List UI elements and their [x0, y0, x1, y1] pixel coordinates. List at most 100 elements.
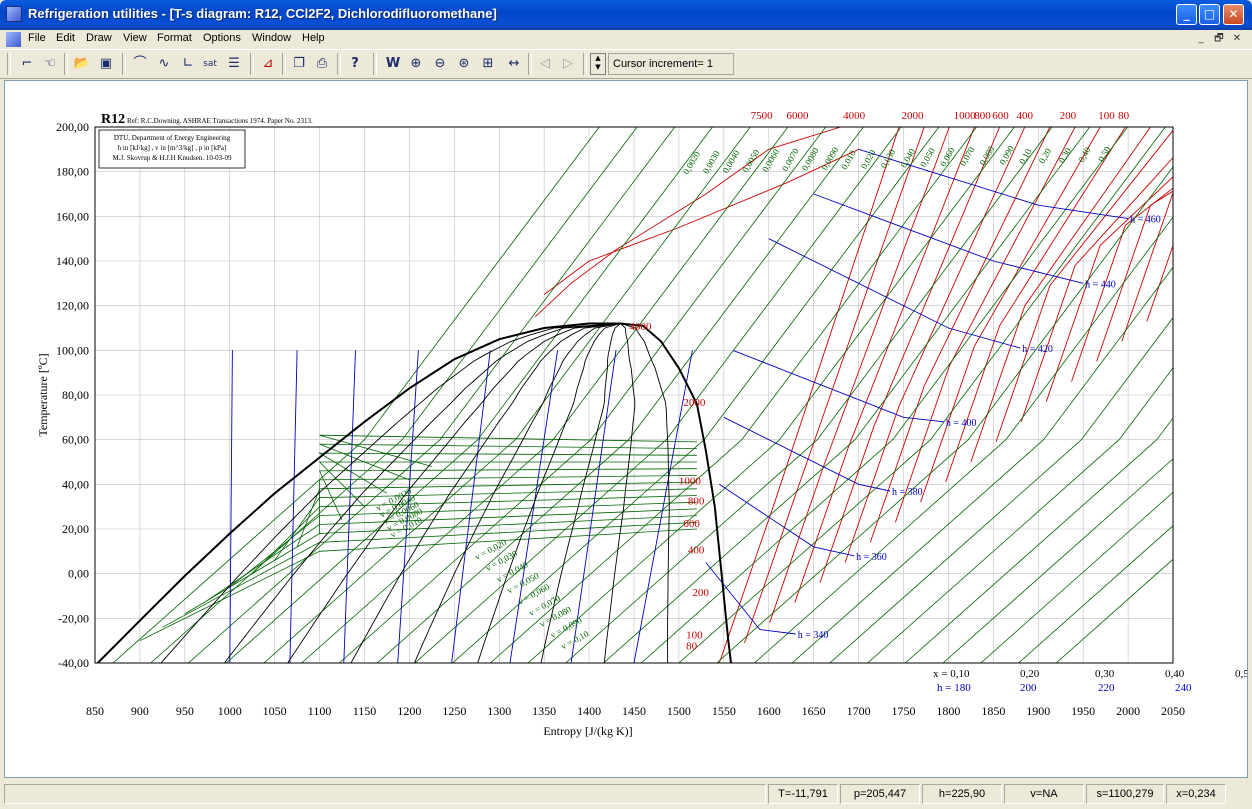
- menu-help[interactable]: Help: [302, 32, 325, 44]
- x-tick-label: 1550: [712, 704, 736, 718]
- isochore-line: [1055, 558, 1173, 663]
- maximize-button[interactable]: □: [1199, 4, 1220, 25]
- mdi-minimize-button[interactable]: _: [1194, 32, 1208, 45]
- enthalpy-label: 240: [1175, 682, 1192, 694]
- y-tick-label: 60,00: [62, 433, 89, 447]
- x-tick-label: 1100: [308, 704, 332, 718]
- status-enthalpy: h=225,90: [922, 784, 1002, 804]
- enthalpy-label: 220: [1098, 682, 1115, 694]
- enthalpy-label: 200: [1020, 682, 1037, 694]
- info-box-line: M.J. Skovrup & H.J.H Knudsen. 10-03-09: [113, 154, 233, 162]
- menu-bar: File Edit Draw View Format Options Windo…: [0, 30, 1252, 49]
- isobar-line: [1071, 187, 1173, 382]
- enthalpy-label: h = 460: [1130, 215, 1161, 226]
- y-tick-label: 100,00: [56, 343, 89, 357]
- y-tick-label: 20,00: [62, 522, 89, 536]
- volume-label: 0,40: [1076, 145, 1093, 164]
- x-tick-label: 1150: [353, 704, 377, 718]
- help-icon[interactable]: ?: [345, 54, 365, 74]
- saturation-icon[interactable]: sat: [200, 54, 220, 74]
- cursor-increment-spinner[interactable]: ▲ ▼: [590, 53, 606, 75]
- zoom-window-icon[interactable]: ⊛: [454, 54, 474, 74]
- menu-options[interactable]: Options: [203, 32, 241, 44]
- table-icon[interactable]: ☰: [224, 54, 244, 74]
- toolbar-separator: [7, 53, 11, 75]
- menu-window[interactable]: Window: [252, 32, 291, 44]
- back-icon[interactable]: ◁: [535, 54, 555, 74]
- fit-icon[interactable]: ⊞: [478, 54, 498, 74]
- measure-icon[interactable]: ↔: [504, 54, 524, 74]
- pressure-label: 400: [688, 545, 705, 557]
- volume-label: 0,010: [839, 148, 858, 171]
- menu-draw[interactable]: Draw: [86, 32, 112, 44]
- isobar-line: [894, 127, 1076, 523]
- isochore-line: [225, 127, 713, 663]
- y-tick-label: -20,00: [58, 611, 89, 625]
- menu-format[interactable]: Format: [157, 32, 192, 44]
- open-folder-icon[interactable]: 📂: [72, 54, 92, 74]
- status-bar: T=-11,791 p=205,447 h=225,90 v=NA s=1100…: [0, 780, 1252, 809]
- draw-isolines-icon[interactable]: ∿: [154, 54, 174, 74]
- toolbar-separator: [528, 53, 532, 75]
- isochore-line: [162, 521, 697, 628]
- pressure-label: 100: [1098, 110, 1115, 122]
- diagram-icon[interactable]: ⌐: [17, 54, 37, 74]
- saturation-curve: [96, 322, 732, 663]
- pressure-label: 600: [683, 518, 700, 530]
- x-tick-label: 1900: [1026, 704, 1050, 718]
- status-quality: x=0,234: [1166, 784, 1226, 804]
- pressure-label: 4000: [630, 321, 653, 333]
- zoom-out-icon[interactable]: ⊖: [430, 54, 450, 74]
- isobar-line: [744, 127, 925, 644]
- pressure-label: 6000: [786, 110, 809, 122]
- minimize-button[interactable]: _: [1176, 4, 1197, 25]
- draw-curve-icon[interactable]: ⌒: [130, 54, 150, 74]
- volume-label: 0,020: [859, 148, 878, 171]
- app-icon[interactable]: [6, 6, 22, 22]
- x-tick-label: 2050: [1161, 704, 1185, 718]
- quality-label: 0,50: [1235, 668, 1247, 680]
- volume-label: 0,10: [1017, 147, 1034, 166]
- isenthalp-line: [289, 350, 298, 663]
- pressure-label: 400: [1017, 110, 1034, 122]
- volume-label: 0,040: [898, 146, 917, 169]
- draw-line-icon[interactable]: ∟: [178, 54, 198, 74]
- info-box-line: DTU, Department of Energy Engineering: [114, 134, 231, 142]
- isochore-line: [905, 417, 1173, 663]
- zoom-in-icon[interactable]: ⊕: [406, 54, 426, 74]
- menu-edit[interactable]: Edit: [56, 32, 75, 44]
- isenthalp-line: [343, 350, 356, 663]
- ts-diagram[interactable]: R12 Ref: R.C.Downing. ASHRAE Transactions…: [5, 81, 1247, 777]
- chart-icon[interactable]: ⊿: [258, 54, 278, 74]
- copy-icon[interactable]: ❐: [289, 54, 309, 74]
- x-tick-label: 1500: [667, 704, 691, 718]
- volume-label: 0,090: [997, 143, 1016, 166]
- pressure-label: 80: [1118, 110, 1130, 122]
- print-icon[interactable]: ⎙: [312, 54, 332, 74]
- window-title: Refrigeration utilities - [T-s diagram: …: [28, 6, 497, 21]
- x-tick-label: 1200: [397, 704, 421, 718]
- toolbar-separator: [337, 53, 341, 75]
- isochore-line: [263, 127, 751, 663]
- mdi-close-button[interactable]: ✕: [1230, 32, 1244, 45]
- toolbar-separator: [282, 53, 286, 75]
- volume-label: 0,0070: [780, 146, 801, 173]
- enthalpy-label: h = 440: [1085, 279, 1116, 290]
- isochore-lines: [112, 127, 1173, 663]
- menu-view[interactable]: View: [123, 32, 147, 44]
- quality-label: 0,20: [1020, 668, 1040, 680]
- open-diagram-icon[interactable]: ☜: [40, 54, 60, 74]
- menu-file[interactable]: File: [28, 32, 46, 44]
- toolbar-separator: [64, 53, 68, 75]
- forward-icon[interactable]: ▷: [558, 54, 578, 74]
- document-icon[interactable]: [6, 32, 21, 47]
- isochore-line: [791, 266, 1173, 663]
- y-tick-label: -40,00: [58, 656, 89, 670]
- save-icon[interactable]: ▣: [96, 54, 116, 74]
- volume-label: 0,050: [918, 146, 937, 169]
- mdi-restore-button[interactable]: 🗗: [1212, 32, 1226, 45]
- close-button[interactable]: ✕: [1223, 4, 1244, 25]
- isobar-line: [920, 127, 1101, 503]
- diagram-area[interactable]: R12 Ref: R.C.Downing. ASHRAE Transactions…: [4, 80, 1248, 778]
- whole-diagram-icon[interactable]: W: [383, 54, 403, 74]
